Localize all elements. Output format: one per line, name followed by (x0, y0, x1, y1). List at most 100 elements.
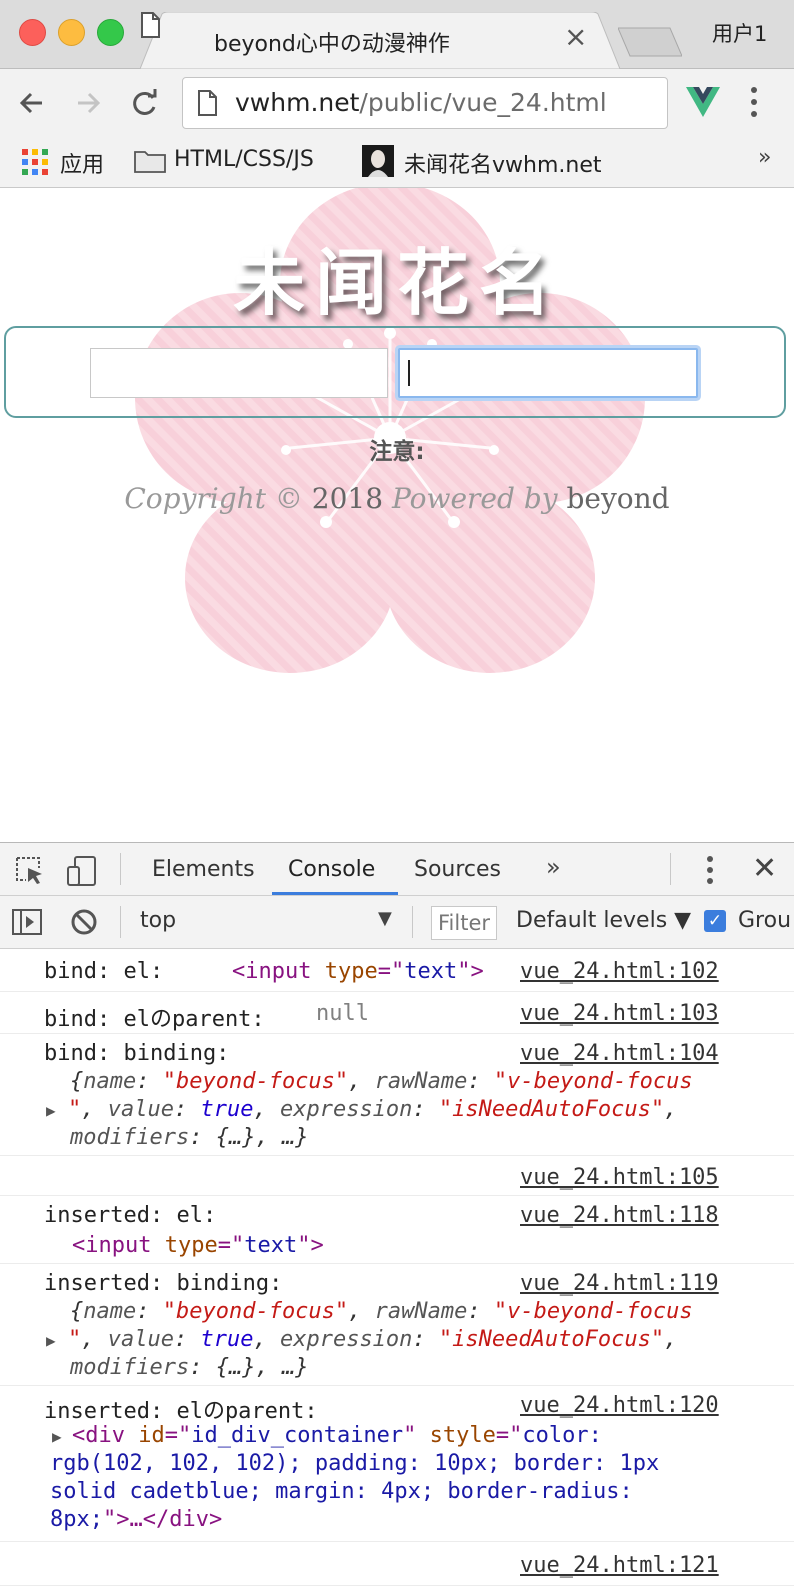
site-favicon (362, 145, 394, 177)
vue-devtools-icon[interactable] (686, 87, 720, 117)
binding-object-line2[interactable]: ", value: true, expression: "isNeedAutoF… (68, 1097, 677, 1122)
log-source-link[interactable]: vue_24.html:105 (520, 1165, 719, 1190)
log-label: bind: binding: (44, 1041, 230, 1066)
filter-input[interactable]: Filter (431, 906, 497, 940)
more-tabs-icon[interactable]: » (546, 853, 561, 881)
copyright-prefix: Copyright © (124, 482, 303, 515)
element-node[interactable]: <input type="text"> (232, 959, 484, 984)
text-input-1[interactable] (90, 348, 388, 398)
maximize-window-button[interactable] (97, 19, 124, 46)
bookmarks-overflow-icon[interactable]: » (758, 145, 771, 170)
tag-name: input (245, 959, 312, 984)
devtools-menu-icon[interactable] (706, 855, 714, 885)
element-node-line4[interactable]: 8px;">…</div> (50, 1507, 222, 1532)
toolbar-divider (120, 906, 121, 938)
chevron-down-icon[interactable]: ▼ (378, 908, 392, 929)
console-message: bind: elのparent: null vue_24.html:103 (0, 991, 794, 1034)
log-source-link[interactable]: vue_24.html:102 (520, 959, 719, 984)
page-info-icon[interactable] (197, 90, 217, 116)
log-levels-dropdown[interactable]: Default levels ▼ (516, 908, 691, 933)
copyright-year: 2018 (311, 482, 384, 515)
bookmark-apps[interactable]: 应用 (60, 147, 104, 179)
device-toolbar-icon[interactable] (66, 855, 98, 887)
url-text[interactable]: vwhm.net/public/vue_24.html (235, 88, 607, 117)
browser-menu-icon[interactable] (750, 85, 758, 119)
clear-console-icon[interactable] (70, 908, 98, 936)
copyright-author[interactable]: beyond (566, 482, 669, 515)
expand-triangle-icon[interactable]: ▶ (46, 1101, 56, 1120)
url-host: vwhm.net (235, 88, 360, 117)
log-source-link[interactable]: vue_24.html:121 (520, 1553, 719, 1578)
note-label: 注意: (369, 439, 425, 465)
tab-sources[interactable]: Sources (414, 857, 501, 882)
console-message: bind: binding: vue_24.html:104 {name: "b… (0, 1033, 794, 1156)
bookmark-folder[interactable]: HTML/CSS/JS (174, 147, 314, 172)
apps-grid-icon[interactable] (22, 149, 48, 175)
group-similar-label: Grou (738, 908, 792, 933)
binding-object-line3[interactable]: modifiers: {…}, …} (70, 1125, 308, 1150)
new-tab-button[interactable] (618, 26, 682, 58)
tab-console[interactable]: Console (288, 857, 375, 882)
console-message: vue_24.html:121 (0, 1541, 794, 1586)
console-message: inserted: el: vue_24.html:118 <input typ… (0, 1195, 794, 1264)
inspect-element-icon[interactable] (14, 855, 44, 885)
page-viewport: 未闻花名 注意: Copyright © 2018 Powered by bey… (0, 188, 794, 842)
expand-triangle-icon[interactable]: ▶ (46, 1331, 56, 1350)
tab-strip: beyond心中の动漫神作 × 用户1 (0, 0, 794, 69)
toolbar-divider (412, 906, 413, 938)
reload-icon[interactable] (126, 85, 162, 121)
console-message: vue_24.html:105 (0, 1155, 794, 1196)
devtools-close-icon[interactable]: ✕ (752, 851, 777, 886)
address-bar[interactable]: vwhm.net/public/vue_24.html (182, 77, 668, 129)
page-title: 未闻花名 (232, 241, 561, 325)
devtools-panel: Elements Console Sources » ✕ top ▼ Filte… (0, 842, 794, 1589)
binding-object-line3[interactable]: modifiers: {…}, …} (70, 1355, 308, 1380)
filter-placeholder: Filter (438, 911, 491, 935)
text-caret (408, 360, 410, 386)
element-node-line2[interactable]: rgb(102, 102, 102); padding: 10px; borde… (50, 1451, 659, 1476)
back-arrow-icon[interactable] (14, 85, 50, 121)
copyright-footer: Copyright © 2018 Powered by beyond (0, 482, 794, 515)
context-selector[interactable]: top (140, 908, 176, 933)
bookmark-site[interactable]: 未闻花名vwhm.net (404, 147, 602, 179)
tab-title: beyond心中の动漫神作 (214, 32, 450, 57)
null-value: null (316, 1001, 369, 1026)
console-toolbar: top ▼ Filter Default levels ▼ ✓ Grou (0, 896, 794, 949)
devtools-tab-bar: Elements Console Sources » ✕ (0, 843, 794, 896)
minimize-window-button[interactable] (58, 19, 85, 46)
log-source-link[interactable]: vue_24.html:104 (520, 1041, 719, 1066)
log-label: inserted: el: (44, 1203, 217, 1228)
text-input-2-focused[interactable] (398, 348, 698, 398)
tab-elements[interactable]: Elements (152, 857, 255, 882)
input-container (4, 326, 786, 418)
toolbar-divider (120, 853, 121, 885)
binding-object-line2[interactable]: ", value: true, expression: "isNeedAutoF… (68, 1327, 677, 1352)
expand-triangle-icon[interactable]: ▶ (52, 1427, 62, 1446)
log-source-link[interactable]: vue_24.html:120 (520, 1393, 719, 1418)
group-similar-checkbox[interactable]: ✓ (704, 910, 726, 932)
log-source-link[interactable]: vue_24.html:119 (520, 1271, 719, 1296)
log-label: bind: el: (44, 959, 164, 984)
tab-close-icon[interactable]: × (564, 22, 587, 52)
console-sidebar-icon[interactable] (12, 908, 42, 936)
toolbar-divider (670, 853, 671, 885)
element-node-line3[interactable]: solid cadetblue; margin: 4px; border-rad… (50, 1479, 633, 1504)
console-message: inserted: binding: vue_24.html:119 {name… (0, 1263, 794, 1386)
profile-label[interactable]: 用户1 (712, 18, 767, 48)
binding-object-line1[interactable]: {name: "beyond-focus", rawName: "v-beyon… (70, 1069, 693, 1094)
copyright-powered: Powered by (391, 482, 558, 515)
log-label: bind: elのparent: (44, 1007, 265, 1032)
console-message: inserted: elのparent: vue_24.html:120 ▶ <… (0, 1385, 794, 1542)
element-node[interactable]: <input type="text"> (72, 1233, 324, 1258)
binding-object-line1[interactable]: {name: "beyond-focus", rawName: "v-beyon… (70, 1299, 693, 1324)
close-window-button[interactable] (19, 19, 46, 46)
attr-value: text (404, 959, 458, 984)
log-label: inserted: elのparent: (44, 1399, 318, 1424)
browser-tab-active[interactable]: beyond心中の动漫神作 × (140, 12, 620, 69)
log-label: inserted: binding: (44, 1271, 283, 1296)
element-node-line1[interactable]: <div id="id_div_container" style="color: (72, 1423, 602, 1448)
attr-name: type (324, 959, 378, 984)
log-source-link[interactable]: vue_24.html:118 (520, 1203, 719, 1228)
log-source-link[interactable]: vue_24.html:103 (520, 1001, 719, 1026)
forward-arrow-icon[interactable] (70, 85, 106, 121)
